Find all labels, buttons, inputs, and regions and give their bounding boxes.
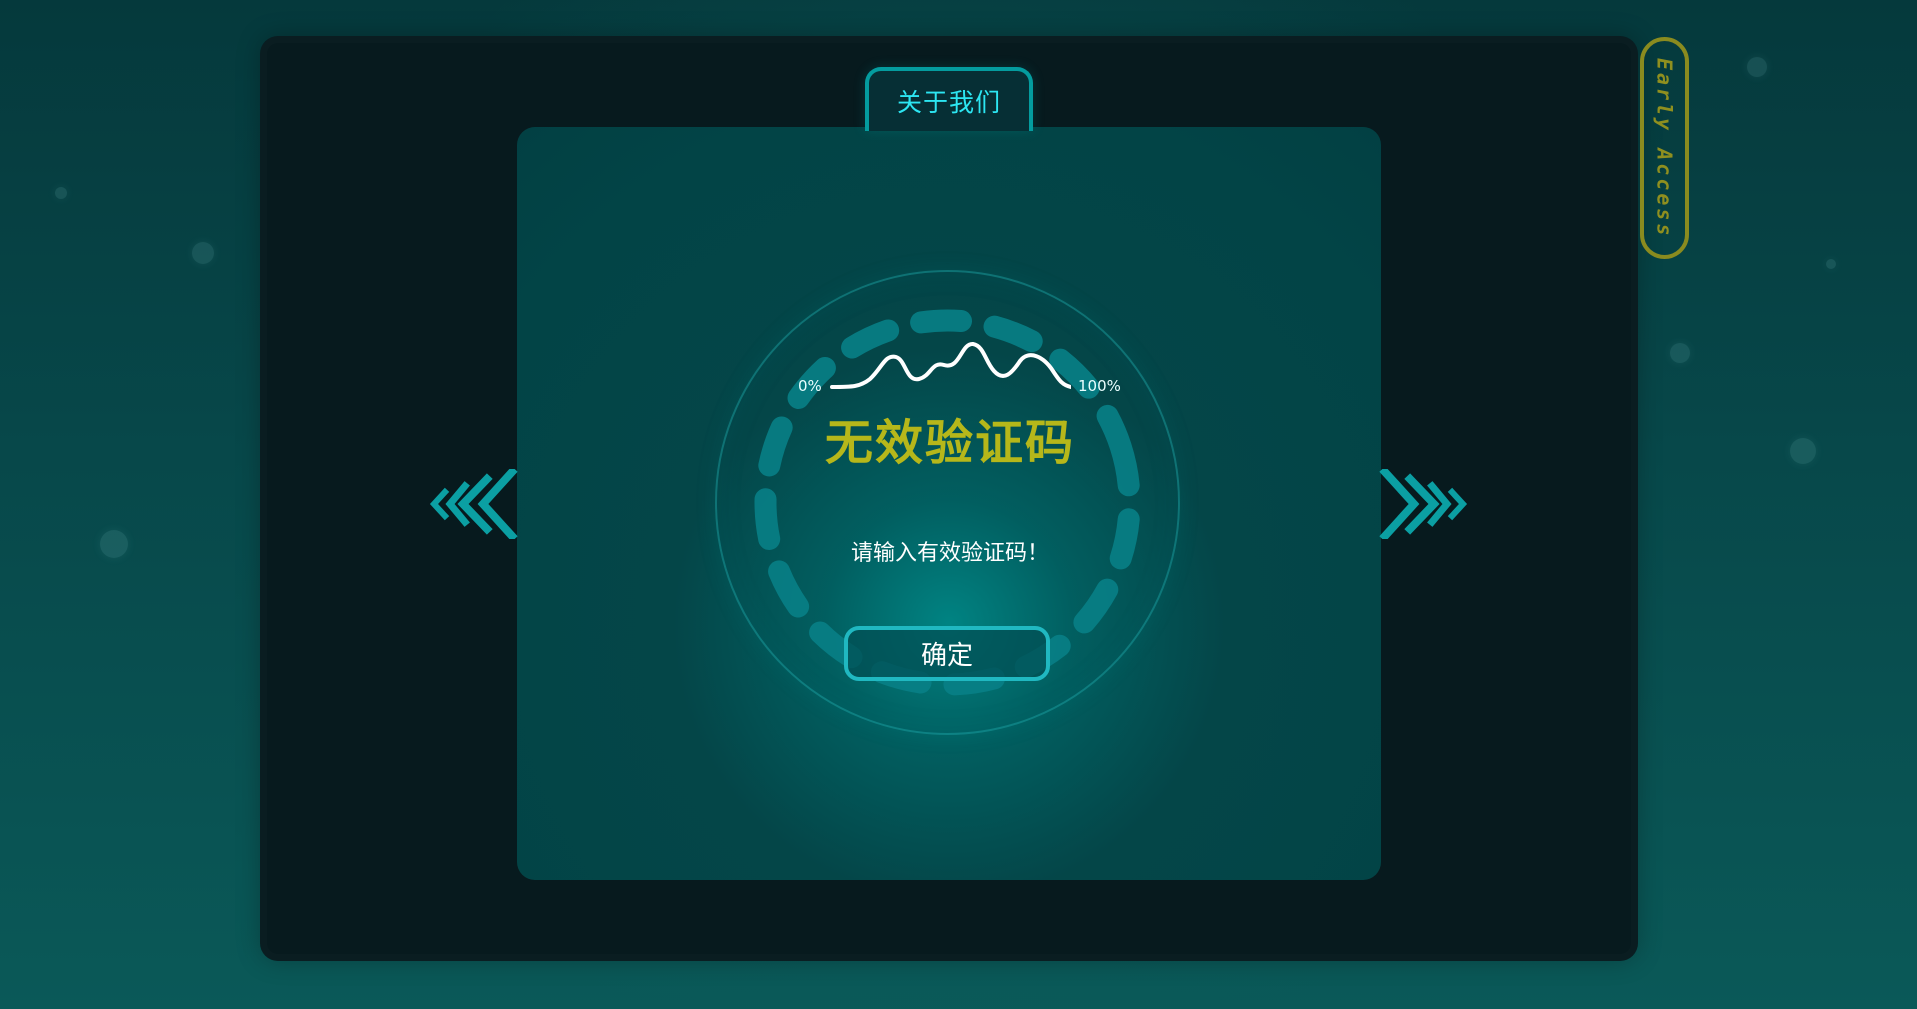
background-particle [1670, 343, 1690, 363]
background-particle [192, 242, 214, 264]
error-title: 无效验证码 [824, 415, 1075, 471]
chevron-left-icon[interactable] [425, 469, 522, 539]
background-particle [1747, 57, 1767, 77]
background-particle [1790, 438, 1816, 464]
background-particle [100, 530, 128, 558]
background-particle [55, 187, 67, 199]
progress-start-label: 0% [798, 377, 822, 395]
error-message: 请输入有效验证码！ [850, 541, 1049, 566]
chevron-right-icon[interactable] [1375, 469, 1472, 539]
signal-wave-graphic [830, 342, 1071, 389]
about-us-tab[interactable]: 关于我们 [865, 67, 1033, 131]
confirm-button[interactable]: 确定 [844, 626, 1050, 681]
progress-end-label: 100% [1078, 377, 1121, 395]
background-particle [1826, 259, 1836, 269]
verification-error-screen: 关于我们 Early Access 0% 100% 无效验证码 请输入有效验证码… [0, 0, 1917, 1009]
early-access-badge: Early Access [1640, 37, 1689, 259]
